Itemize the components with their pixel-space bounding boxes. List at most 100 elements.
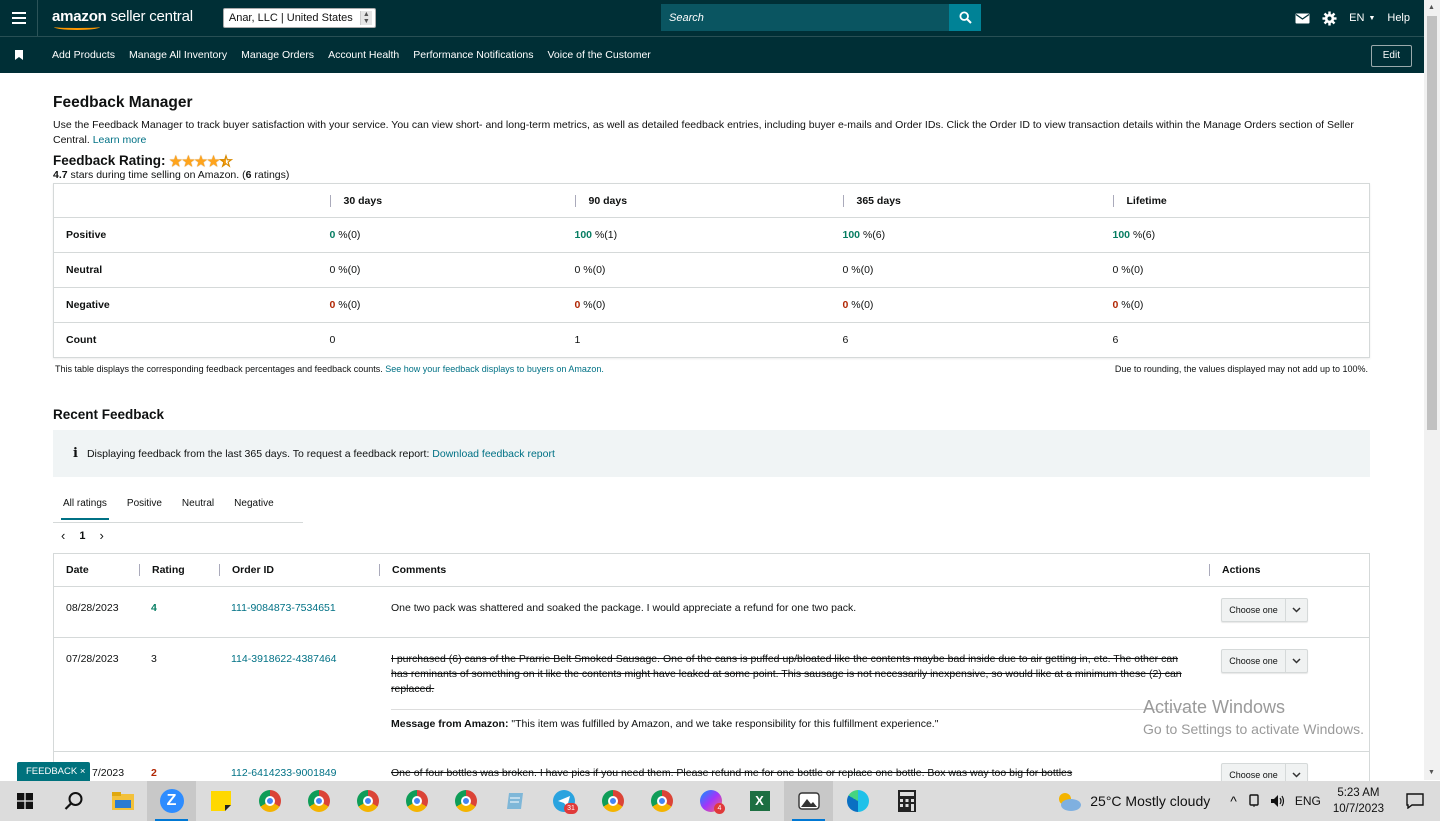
sticky-notes-icon[interactable]	[196, 781, 245, 821]
tab-positive[interactable]: Positive	[117, 490, 172, 523]
weather-widget[interactable]: 25°C Mostly cloudy	[1056, 791, 1210, 811]
excel-icon[interactable]: X	[735, 781, 784, 821]
language-selector[interactable]: EN ▼	[1349, 12, 1375, 24]
meet-now-icon[interactable]	[1247, 794, 1261, 808]
search-input[interactable]	[661, 4, 949, 31]
photos-app-icon[interactable]	[784, 781, 833, 821]
rating-stars: ★ ★ ★ ★ ★	[170, 152, 233, 169]
choose-action-dropdown[interactable]: Choose one	[1221, 598, 1308, 622]
header-date[interactable]: Date	[54, 564, 139, 576]
scroll-down-icon[interactable]: ▼	[1428, 769, 1435, 776]
feedback-widget-tab[interactable]: FEEDBACK ×	[17, 762, 90, 782]
order-id-link[interactable]: 114-3918622-4387464	[231, 653, 337, 665]
metrics-header-30-days: 30 days	[318, 184, 563, 218]
learn-more-link[interactable]: Learn more	[93, 134, 147, 146]
nav-manage-orders[interactable]: Manage Orders	[241, 49, 314, 61]
choose-action-dropdown[interactable]: Choose one	[1221, 649, 1308, 673]
calculator-icon[interactable]	[882, 781, 931, 821]
metrics-header-label: 365 days	[842, 194, 901, 207]
account-selector[interactable]: Anar, LLC | United States ▲ ▼	[222, 8, 376, 28]
metrics-row-label: Negative	[53, 287, 318, 323]
header-comments: Comments	[379, 564, 1209, 576]
metric-value: 6	[842, 334, 849, 346]
nav-account-health[interactable]: Account Health	[328, 49, 399, 61]
notepad-icon[interactable]	[490, 781, 539, 821]
amazon-seller-central-logo[interactable]: amazon seller central	[52, 0, 193, 36]
download-feedback-report-link[interactable]: Download feedback report	[432, 448, 555, 460]
metrics-cell: 0 %(0)	[562, 287, 831, 323]
metric-value: 100	[1112, 229, 1131, 241]
chrome-profile-5-icon[interactable]	[441, 781, 490, 821]
tab-all-ratings[interactable]: All ratings	[53, 490, 117, 523]
chrome-profile-6-icon[interactable]	[588, 781, 637, 821]
account-selector-arrows-icon: ▲ ▼	[359, 11, 372, 25]
nav-voice-of-the-customer[interactable]: Voice of the Customer	[548, 49, 651, 61]
feedback-row: 08/28/2023 4 111-9084873-7534651 One two…	[54, 587, 1369, 638]
hamburger-menu-icon[interactable]	[0, 0, 38, 36]
metric-suffix: %(0)	[848, 299, 874, 311]
chrome-profile-1-icon[interactable]	[245, 781, 294, 821]
search-button[interactable]	[949, 4, 981, 31]
tab-neutral[interactable]: Neutral	[172, 490, 224, 523]
metric-suffix: %(0)	[580, 299, 606, 311]
taskbar-search-icon[interactable]	[49, 781, 98, 821]
actions-cell: Choose one	[1209, 598, 1369, 637]
current-page[interactable]: 1	[79, 530, 85, 542]
metrics-cell: 6	[830, 322, 1101, 358]
clock[interactable]: 5:23 AM 10/7/2023	[1333, 785, 1384, 817]
next-page-icon[interactable]: ›	[99, 528, 103, 543]
order-id-link[interactable]: 111-9084873-7534651	[231, 602, 336, 614]
logo-brand: amazon	[52, 8, 107, 25]
nav-add-products[interactable]: Add Products	[52, 49, 115, 61]
page-scrollbar[interactable]: ▲ ▼	[1424, 0, 1440, 780]
file-explorer-icon[interactable]	[98, 781, 147, 821]
chevron-down-icon	[1285, 599, 1307, 621]
metrics-cell: 0 %(0)	[830, 287, 1101, 323]
amazon-message-text: "This item was fulfilled by Amazon, and …	[508, 718, 939, 730]
mail-icon[interactable]	[1295, 13, 1310, 24]
star-full-icon: ★	[194, 152, 208, 169]
metric-suffix: %(0)	[1118, 264, 1144, 276]
volume-icon[interactable]	[1270, 794, 1286, 808]
nav-performance-notifications[interactable]: Performance Notifications	[413, 49, 533, 61]
telegram-icon[interactable]: 31	[539, 781, 588, 821]
previous-page-icon[interactable]: ‹	[61, 528, 65, 543]
help-link[interactable]: Help	[1387, 12, 1410, 24]
chrome-profile-3-icon[interactable]	[343, 781, 392, 821]
tab-negative[interactable]: Negative	[224, 490, 283, 523]
scrollbar-thumb[interactable]	[1427, 16, 1437, 430]
rating-filter-tabs: All ratings Positive Neutral Negative	[53, 490, 303, 523]
header-order-id[interactable]: Order ID	[219, 564, 379, 576]
messenger-icon[interactable]: 4	[686, 781, 735, 821]
notifications-icon[interactable]	[1406, 793, 1424, 809]
rating-text-end: ratings)	[251, 169, 290, 181]
logo-smile-icon	[54, 24, 100, 30]
header-rating[interactable]: Rating	[139, 564, 219, 576]
settings-gear-icon[interactable]	[1322, 10, 1337, 26]
edit-bookmarks-button[interactable]: Edit	[1370, 45, 1412, 67]
chrome-profile-4-icon[interactable]	[392, 781, 441, 821]
input-language[interactable]: ENG	[1295, 794, 1321, 808]
zoom-app-icon[interactable]: Z	[147, 781, 196, 821]
logo-product: seller central	[106, 8, 193, 25]
chevron-up-icon[interactable]: ^	[1230, 793, 1237, 809]
rating-text: stars during time selling on Amazon. (	[67, 169, 246, 181]
feedback-metrics-table: 30 days 90 days 365 days Lifetime Positi…	[53, 183, 1370, 358]
metrics-header-row: 30 days 90 days 365 days Lifetime	[54, 184, 1370, 218]
chrome-profile-7-icon[interactable]	[637, 781, 686, 821]
metrics-row-label: Positive	[53, 217, 318, 253]
feedback-comment-struck: I purchased (6) cans of the Prarrie Belt…	[391, 653, 1182, 695]
edge-browser-icon[interactable]	[833, 781, 882, 821]
feedback-rating: 4	[151, 602, 157, 614]
close-icon[interactable]: ×	[80, 766, 86, 777]
nav-manage-all-inventory[interactable]: Manage All Inventory	[129, 49, 227, 61]
see-how-feedback-displays-link[interactable]: See how your feedback displays to buyers…	[385, 364, 604, 374]
amazon-message-label: Message from Amazon:	[391, 718, 509, 730]
scroll-up-icon[interactable]: ▲	[1428, 4, 1435, 11]
metrics-cell: 100 %(6)	[1100, 217, 1370, 253]
search-box	[661, 4, 981, 31]
windows-start-icon[interactable]	[0, 781, 49, 821]
chrome-profile-2-icon[interactable]	[294, 781, 343, 821]
order-id-link[interactable]: 112-6414233-9001849	[231, 767, 337, 779]
bookmark-icon[interactable]	[0, 50, 38, 60]
